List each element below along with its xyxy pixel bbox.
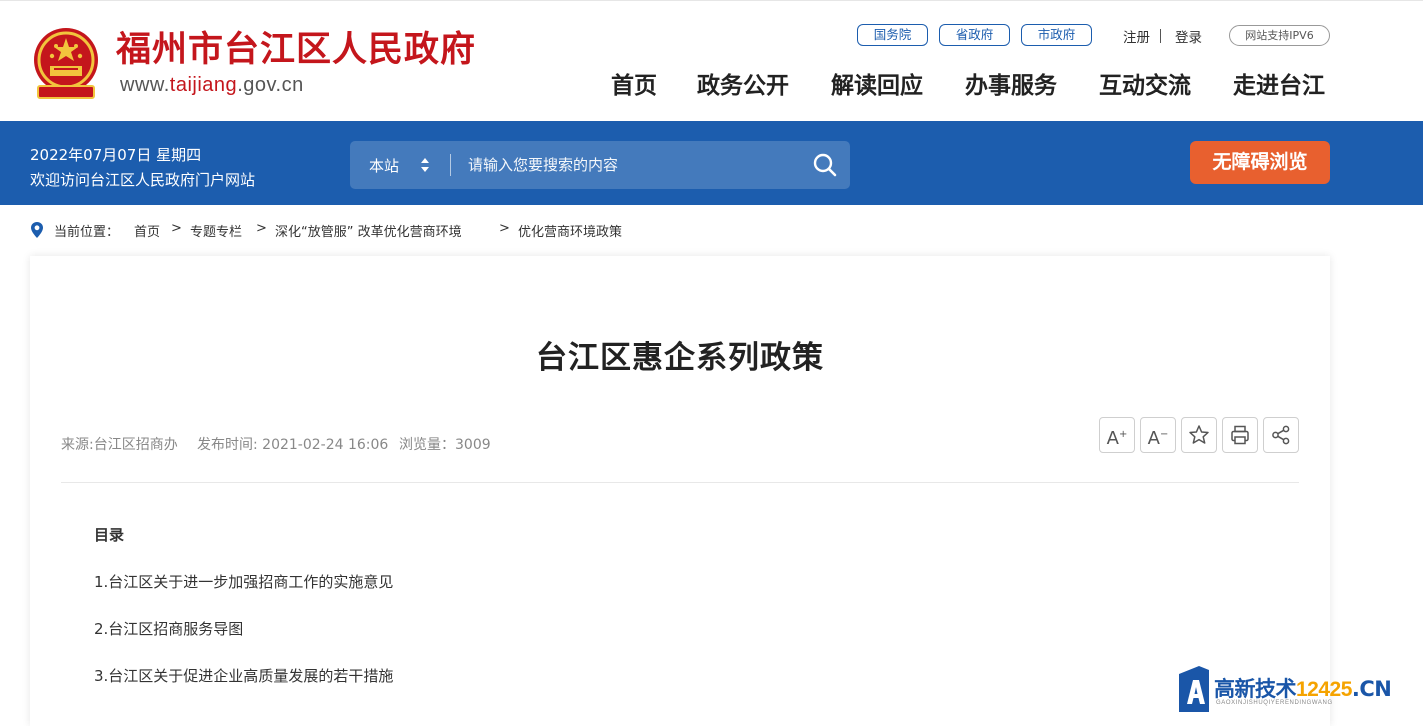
font-increase-icon: A+ <box>1106 428 1128 449</box>
breadcrumb-label: 当前位置： <box>54 225 120 240</box>
toc-item[interactable]: 1.台江区关于进一步加强招商工作的实施意见 <box>94 571 393 592</box>
chevron-updown-icon[interactable] <box>419 155 431 175</box>
site-name: 福州市台江区人民政府 <box>116 29 477 70</box>
breadcrumb-separator: > <box>256 221 267 236</box>
site-header: 福州市台江区人民政府 www.taijiang.gov.cn 国务院 省政府 市… <box>0 0 1423 121</box>
welcome-text: 欢迎访问台江区人民政府门户网站 <box>30 171 256 189</box>
watermark-text-cn: 高新技术 <box>1214 677 1297 701</box>
font-decrease-icon: A− <box>1147 428 1169 449</box>
font-increase-button[interactable]: A+ <box>1099 417 1135 453</box>
article-card: 台江区惠企系列政策 来源:台江区招商办 发布时间: 2021-02-24 16:… <box>30 256 1330 726</box>
breadcrumb-separator: > <box>499 221 510 236</box>
watermark-logo: 高新技术12425.CN GAOXINJISHUQIYERENDINGWANG <box>1177 664 1423 714</box>
share-icon <box>1272 425 1290 445</box>
city-gov-link[interactable]: 市政府 <box>1021 24 1092 46</box>
nav-item-about-taijiang[interactable]: 走进台江 <box>1233 69 1325 103</box>
domain-highlight: taijiang <box>169 74 238 96</box>
article-publish-time: 发布时间: 2021-02-24 16:06 <box>197 437 389 453</box>
print-button[interactable] <box>1222 417 1258 453</box>
site-domain: www.taijiang.gov.cn <box>120 74 304 97</box>
article-title: 台江区惠企系列政策 <box>536 340 824 376</box>
search-icon[interactable] <box>810 150 840 180</box>
article-views: 浏览量：3009 <box>399 437 491 453</box>
state-council-link[interactable]: 国务院 <box>857 24 928 46</box>
divider <box>61 482 1299 483</box>
nav-item-services[interactable]: 办事服务 <box>965 69 1057 103</box>
breadcrumb-separator: > <box>171 221 182 236</box>
search-input[interactable] <box>460 150 816 180</box>
ipv6-badge: 网站支持IPV6 <box>1229 25 1330 46</box>
domain-prefix: www. <box>120 74 170 96</box>
article-source: 来源:台江区招商办 <box>61 437 178 453</box>
watermark-text: 高新技术12425.CN <box>1214 673 1392 703</box>
breadcrumb-item-policy[interactable]: 优化营商环境政策 <box>518 221 622 240</box>
divider <box>1160 29 1161 43</box>
watermark-text-num: 12425 <box>1296 678 1352 701</box>
share-button[interactable] <box>1263 417 1299 453</box>
nav-item-interpretation[interactable]: 解读回应 <box>831 69 923 103</box>
toc-item[interactable]: 2.台江区招商服务导图 <box>94 618 243 639</box>
location-pin-icon <box>31 222 43 238</box>
nav-item-government-affairs[interactable]: 政务公开 <box>697 69 789 103</box>
breadcrumb-item-reform[interactable]: 深化“放管服” 改革优化营商环境 <box>275 221 462 240</box>
font-decrease-button[interactable]: A− <box>1140 417 1176 453</box>
national-emblem-icon <box>34 28 98 99</box>
toc-item[interactable]: 3.台江区关于促进企业高质量发展的若干措施 <box>94 665 393 686</box>
breadcrumb-item-special-column[interactable]: 专题专栏 <box>190 221 242 240</box>
watermark-a-icon <box>1179 666 1209 712</box>
accessibility-button[interactable]: 无障碍浏览 <box>1190 141 1330 184</box>
nav-item-home[interactable]: 首页 <box>611 69 657 103</box>
toc-title: 目录 <box>94 526 125 544</box>
current-date: 2022年07月07日 星期四 <box>30 146 202 164</box>
login-link[interactable]: 登录 <box>1175 26 1202 46</box>
register-link[interactable]: 注册 <box>1123 26 1150 46</box>
star-icon <box>1189 425 1209 444</box>
printer-icon <box>1231 425 1249 445</box>
nav-item-interaction[interactable]: 互动交流 <box>1099 69 1191 103</box>
domain-suffix: .gov.cn <box>237 74 304 96</box>
search-scope-select[interactable]: 本站 <box>369 155 399 176</box>
province-gov-link[interactable]: 省政府 <box>939 24 1010 46</box>
breadcrumb-item-home[interactable]: 首页 <box>134 221 160 240</box>
favorite-button[interactable] <box>1181 417 1217 453</box>
search-divider <box>450 154 451 176</box>
watermark-subtitle: GAOXINJISHUQIYERENDINGWANG <box>1216 700 1333 706</box>
watermark-text-tld: .CN <box>1351 677 1392 701</box>
